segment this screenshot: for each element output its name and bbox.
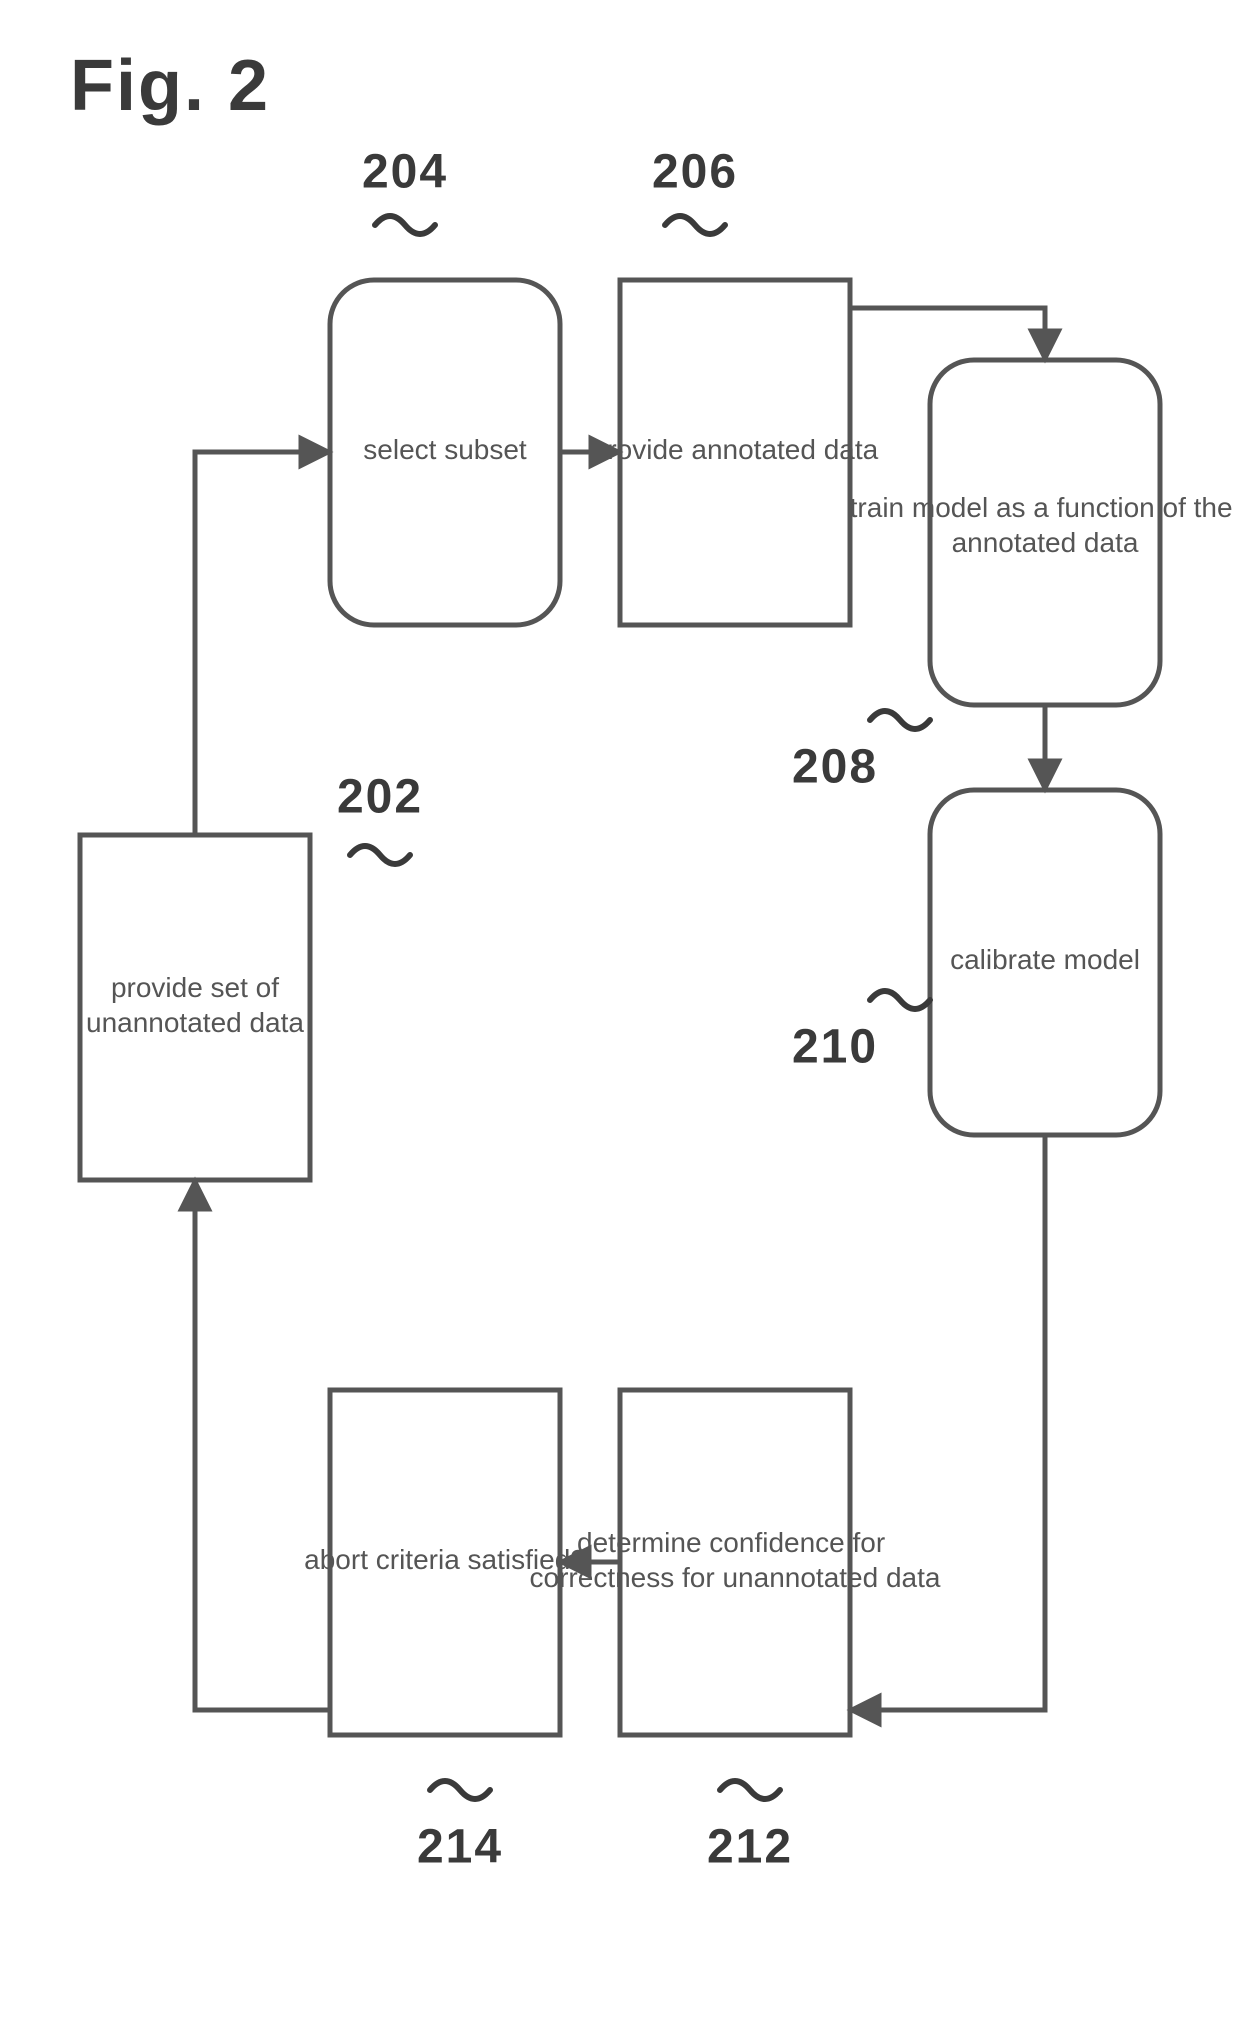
svg-text:210: 210 <box>792 1021 878 1074</box>
svg-text:214: 214 <box>417 1821 503 1874</box>
node-calibrate-model: calibrate model <box>930 790 1160 1135</box>
ref-214: 214 <box>417 1781 503 1874</box>
edge-210-212 <box>850 1135 1045 1710</box>
svg-text:212: 212 <box>707 1821 793 1874</box>
svg-text:provide set ofunannotated data: provide set ofunannotated data <box>86 972 304 1038</box>
ref-202: 202 <box>337 771 423 864</box>
svg-text:202: 202 <box>337 771 423 824</box>
figure-label: Fig. 2 <box>70 46 270 126</box>
node-abort-criteria: abort criteria satisfied? <box>304 1390 586 1735</box>
node-provide-unannotated: provide set ofunannotated data <box>80 835 310 1180</box>
svg-text:select subset: select subset <box>363 434 527 465</box>
node-train-model: train model as a function of the annotat… <box>850 360 1240 705</box>
ref-206: 206 <box>652 146 738 234</box>
svg-text:204: 204 <box>362 146 448 199</box>
svg-text:abort criteria satisfied?: abort criteria satisfied? <box>304 1544 586 1575</box>
edge-206-208 <box>850 308 1045 360</box>
svg-text:208: 208 <box>792 741 878 794</box>
svg-text:train model as a function of t: train model as a function of the annotat… <box>850 492 1240 558</box>
ref-208: 208 <box>792 711 930 794</box>
edge-214-202 <box>195 1180 330 1710</box>
edge-202-204 <box>195 452 330 835</box>
svg-text:provide annotated data: provide annotated data <box>592 434 879 465</box>
node-provide-annotated: provide annotated data <box>592 280 879 625</box>
ref-210: 210 <box>792 991 930 1074</box>
svg-text:calibrate model: calibrate model <box>950 944 1140 975</box>
node-select-subset: select subset <box>330 280 560 625</box>
ref-212: 212 <box>707 1781 793 1874</box>
svg-text:206: 206 <box>652 146 738 199</box>
ref-204: 204 <box>362 146 448 234</box>
